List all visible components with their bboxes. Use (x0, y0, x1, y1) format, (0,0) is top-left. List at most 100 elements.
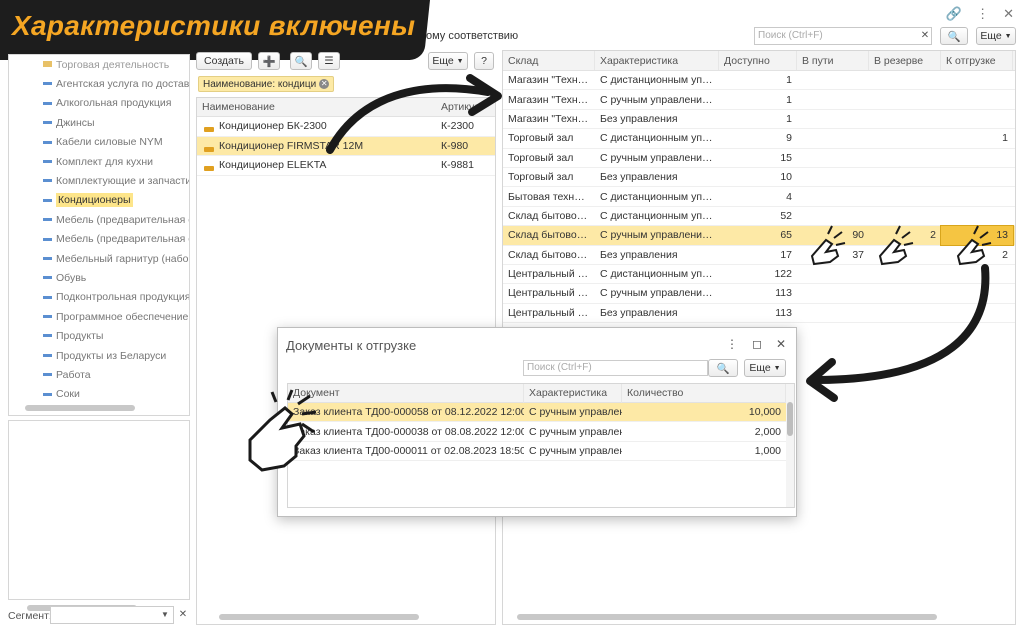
clear-search-icon[interactable]: ✕ (918, 27, 932, 45)
column-name[interactable]: Наименование (197, 101, 437, 113)
document-row[interactable]: Заказ клиента ТД00-000011 от 02.08.2023 … (288, 442, 794, 462)
document-row[interactable]: Заказ клиента ТД00-000058 от 08.12.2022 … (288, 403, 794, 423)
stock-cell-warehouse: Торговый зал (508, 132, 574, 145)
column-header[interactable]: В резерве (869, 51, 941, 70)
product-row[interactable]: Кондиционер БК-2300 К-2300 (197, 117, 495, 137)
stock-row[interactable]: Магазин "Техника и мебель" С дистанционны… (503, 71, 1015, 91)
tree-item[interactable]: Агентская услуга по доставке (9, 74, 189, 93)
product-list-header: Наименование Артикул (197, 98, 495, 117)
column-header[interactable]: Характеристика (524, 384, 622, 403)
segment-input[interactable]: ▼ (50, 606, 174, 624)
stock-cell-warehouse: Бытовая техника (508, 190, 591, 203)
tree-item[interactable]: Обувь (9, 268, 189, 287)
stock-cell-transit: 37 (852, 248, 864, 261)
menu-dots-icon[interactable]: ⋮ (976, 6, 989, 22)
stock-cell-char: С ручным управлением (600, 93, 716, 106)
stock-cell-char: Без управления (600, 112, 678, 125)
tree-item[interactable]: Джинсы (9, 113, 189, 132)
product-row[interactable]: Кондиционер FIRMSTAR 12M К-980 (197, 136, 495, 156)
category-icon (43, 237, 52, 241)
create-button[interactable]: Создать (196, 52, 252, 70)
tree-item[interactable]: Комплектующие и запчасти для (9, 171, 189, 190)
menu-dots-icon[interactable]: ⋮ (726, 337, 738, 351)
tree-item[interactable]: Подконтрольная продукция ВЕ (9, 288, 189, 307)
scrollbar-thumb[interactable] (787, 402, 793, 436)
column-header[interactable]: Доступно (719, 51, 797, 70)
dialog-search-input[interactable]: Поиск (Ctrl+F) (523, 360, 708, 376)
stock-row[interactable]: Склад бытовой техники С ручным управление… (503, 225, 1015, 246)
tree-item[interactable]: Алкогольная продукция (9, 94, 189, 113)
stock-row[interactable]: Торговый зал С дистанционным управлением 9… (503, 129, 1015, 149)
search-input[interactable]: Поиск (Ctrl+F) (754, 27, 932, 45)
stock-row[interactable]: Центральный склад С ручным управлением 113 (503, 284, 1015, 304)
tree-item[interactable]: Кондиционеры (9, 191, 189, 210)
stock-row[interactable]: Торговый зал Без управления 10 (503, 168, 1015, 188)
horizontal-scrollbar[interactable] (517, 614, 937, 620)
horizontal-scrollbar[interactable] (219, 614, 419, 620)
filter-tag-label: Наименование: кондици (203, 78, 317, 90)
clear-icon[interactable]: ✕ (176, 606, 190, 624)
more-button-right[interactable]: Еще ▼ (976, 27, 1016, 45)
stock-cell-warehouse: Магазин "Техника и мебель" (508, 93, 595, 106)
stock-row[interactable]: Склад бытовой техники С дистанционным упр… (503, 207, 1015, 227)
help-button[interactable]: ? (474, 52, 494, 70)
stock-row[interactable]: Магазин "Техника и мебель" Без управления… (503, 110, 1015, 130)
remove-filter-icon[interactable]: ✕ (319, 79, 330, 89)
column-header[interactable]: Количество (622, 384, 786, 403)
tree-item[interactable]: Комплект для кухни (9, 152, 189, 171)
tree-item[interactable]: Программное обеспечение (9, 307, 189, 326)
column-header[interactable]: Документ (288, 384, 524, 403)
close-icon[interactable]: ✕ (776, 337, 786, 351)
filter-tag[interactable]: Наименование: кондици ✕ (198, 76, 335, 92)
tree-item-label: Работа (56, 368, 91, 381)
category-icon (43, 218, 52, 222)
tree-item[interactable]: Соки (9, 385, 189, 404)
tree-item[interactable]: Мебель (предварительная сбо (9, 230, 189, 249)
document-row[interactable]: Заказ клиента ТД00-000038 от 08.08.2022 … (288, 422, 794, 442)
product-article: К-2300 (441, 120, 474, 133)
stock-row[interactable]: Склад бытовой техники Без управления 17 37 2 (503, 246, 1015, 265)
tree-item[interactable]: Мебельный гарнитур (набор ме (9, 249, 189, 268)
tree-item-label: Обувь (56, 271, 87, 284)
stock-row[interactable]: Магазин "Техника и мебель" С ручным управ… (503, 90, 1015, 110)
dropdown-icon[interactable]: ▼ (157, 607, 173, 623)
stock-row[interactable]: Центральный склад С дистанционным управле… (503, 265, 1015, 285)
column-header[interactable]: В пути (797, 51, 869, 70)
tree-item[interactable]: Торговая деятельность (9, 55, 189, 74)
tree-item[interactable]: Продукты (9, 326, 189, 345)
lower-left-panel (8, 420, 190, 611)
column-header[interactable]: К отгрузке (941, 51, 1013, 70)
tree-item[interactable]: Работа (9, 365, 189, 384)
dialog-more-button[interactable]: Еще ▼ (744, 359, 786, 377)
tree-item[interactable]: Кабели силовые NYM (9, 133, 189, 152)
stock-cell-char: С ручным управлением (600, 229, 716, 242)
column-header[interactable]: Характеристика (595, 51, 719, 70)
close-icon[interactable]: ✕ (1003, 6, 1014, 22)
column-article[interactable]: Артикул (437, 101, 480, 113)
tree-item[interactable]: Продукты из Беларуси (9, 346, 189, 365)
column-header[interactable]: Склад (503, 51, 595, 70)
tree-item[interactable]: Мебель (предварительная сбо (9, 210, 189, 229)
search-icon[interactable]: 🔍 (290, 52, 312, 70)
link-icon[interactable]: 🔗 (946, 6, 962, 22)
tree-item-label: Агентская услуга по доставке (56, 78, 190, 91)
stock-row[interactable]: Центральный склад Без управления 113 (503, 304, 1015, 324)
stock-cell-available: 10 (780, 171, 792, 184)
product-row[interactable]: Кондиционер ELEKTA К-9881 (197, 156, 495, 176)
list-icon[interactable]: ☰ (318, 52, 340, 70)
horizontal-scrollbar[interactable] (25, 405, 135, 411)
stock-cell-warehouse: Склад бытовой техники (508, 248, 595, 261)
dialog-search-button[interactable]: 🔍 (708, 359, 738, 377)
dialog-controls: ⋮ ◻ ✕ (726, 337, 786, 351)
tree-item-label: Соки (56, 388, 80, 401)
stock-cell-warehouse: Магазин "Техника и мебель" (508, 74, 595, 87)
add-icon[interactable]: ➕ (258, 52, 280, 70)
stock-cell-warehouse: Склад бытовой техники (508, 229, 595, 242)
maximize-icon[interactable]: ◻ (752, 337, 762, 351)
stock-row[interactable]: Бытовая техника С дистанционным управлени… (503, 187, 1015, 207)
stock-cell-warehouse: Склад бытовой техники (508, 209, 595, 222)
vertical-scrollbar[interactable] (786, 384, 794, 507)
more-button[interactable]: Еще ▼ (428, 52, 468, 70)
search-button[interactable]: 🔍 (940, 27, 968, 45)
stock-row[interactable]: Торговый зал С ручным управлением 15 (503, 149, 1015, 168)
